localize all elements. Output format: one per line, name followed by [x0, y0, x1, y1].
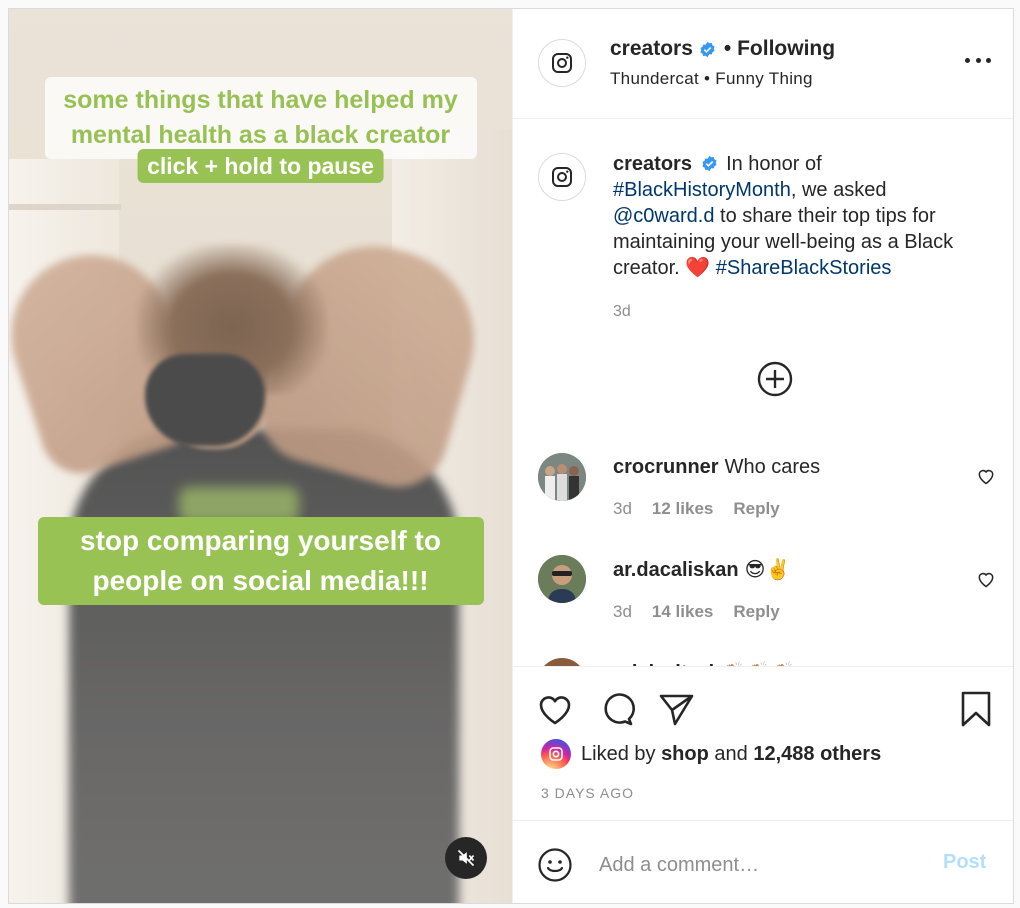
creators-avatar[interactable] — [538, 39, 586, 87]
verified-badge-icon — [700, 41, 715, 57]
emoji-smiley-icon[interactable] — [537, 847, 573, 883]
reply-button[interactable]: Reply — [733, 602, 779, 622]
video-caption-top: some things that have helped my mental h… — [44, 77, 477, 159]
liked-by-prefix: Liked by — [581, 742, 656, 765]
comment-time[interactable]: 3d — [613, 602, 632, 622]
hashtag-black-history-month[interactable]: #BlackHistoryMonth — [613, 179, 791, 201]
liked-by-row: Liked by shop and 12,488 others — [541, 739, 881, 769]
verified-badge-icon — [701, 155, 717, 172]
mention-c0ward[interactable]: @c0ward.d — [613, 205, 714, 227]
comment-likes[interactable]: 12 likes — [652, 499, 713, 519]
comment-input[interactable] — [599, 847, 929, 883]
comment-text: ar.dacaliskan 😎✌️ — [613, 557, 790, 582]
comment-likes[interactable]: 14 likes — [652, 602, 713, 622]
comment-meta: 3d 14 likes Reply — [613, 602, 780, 622]
commenter-avatar[interactable] — [538, 453, 586, 501]
following-button[interactable]: • Following — [724, 37, 835, 61]
video-caption-pause: click + hold to pause — [137, 149, 384, 183]
reply-button[interactable]: Reply — [733, 499, 779, 519]
comment-username[interactable]: ar.dacaliskan — [613, 559, 739, 581]
comments-section[interactable]: creators In honor of #BlackHistoryMonth,… — [513, 120, 1013, 666]
add-comment-bar: Post — [513, 820, 1013, 903]
group-photo-icon — [538, 453, 586, 501]
save-bookmark-icon[interactable] — [956, 689, 996, 729]
post-dialog: some things that have helped my mental h… — [8, 8, 1014, 904]
hashtag-share-black-stories[interactable]: #ShareBlackStories — [716, 257, 892, 279]
heart-outline-icon[interactable] — [976, 466, 996, 486]
caption-text: creators In honor of #BlackHistoryMonth,… — [613, 151, 993, 281]
more-dot-icon — [975, 57, 981, 63]
heart-outline-icon[interactable] — [976, 569, 996, 589]
post-header: creators • Following Thundercat • Funny … — [513, 9, 1013, 119]
audio-track-link[interactable]: Thundercat • Funny Thing — [610, 69, 813, 89]
caption-text-2: , we asked — [790, 179, 887, 201]
comment-meta: 3d 12 likes Reply — [613, 499, 780, 519]
comment-time[interactable]: 3d — [613, 499, 632, 519]
comment-item: crocrunner Who cares 3d 12 likes Reply — [513, 442, 1013, 542]
person-photo-icon — [538, 555, 586, 603]
liked-by-others[interactable]: 12,488 others — [753, 743, 881, 766]
caption-username[interactable]: creators — [613, 153, 692, 175]
post-video[interactable]: some things that have helped my mental h… — [9, 9, 512, 903]
post-side-panel: creators • Following Thundercat • Funny … — [512, 9, 1013, 903]
load-more-comments-icon[interactable] — [756, 360, 794, 398]
post-actions: Liked by shop and 12,488 others 3 DAYS A… — [513, 666, 1013, 903]
more-options-button[interactable] — [965, 53, 991, 67]
more-dot-icon — [986, 57, 991, 63]
comment-body: 😎✌️ — [744, 559, 791, 581]
mute-button[interactable] — [445, 837, 487, 879]
caption-text-1: In honor of — [726, 153, 822, 175]
post-comment-button[interactable]: Post — [943, 851, 986, 874]
comment-item: erickwitzel👏🏼👏🏼👏🏼 — [513, 648, 1013, 666]
share-paper-plane-icon[interactable] — [656, 689, 696, 729]
header-username-row: creators • Following — [610, 37, 835, 61]
more-dot-icon — [965, 57, 970, 63]
caption-timestamp[interactable]: 3d — [613, 303, 631, 321]
heart-emoji: ❤️ — [685, 257, 711, 279]
commenter-avatar[interactable] — [538, 555, 586, 603]
video-caption-main: stop comparing yourself to people on soc… — [37, 517, 484, 605]
liked-by-user[interactable]: shop — [661, 743, 709, 766]
comment-body: Who cares — [724, 456, 821, 478]
comment-bubble-icon[interactable] — [596, 689, 636, 729]
instagram-logo-icon — [552, 167, 572, 187]
instagram-logo-icon — [549, 747, 563, 761]
caption-avatar[interactable] — [538, 153, 586, 201]
header-username[interactable]: creators — [610, 37, 693, 61]
comment-item: ar.dacaliskan 😎✌️ 3d 14 likes Reply — [513, 545, 1013, 645]
comment-username[interactable]: crocrunner — [613, 456, 719, 478]
like-heart-icon[interactable] — [535, 689, 575, 729]
shop-avatar[interactable] — [541, 739, 571, 769]
post-timestamp[interactable]: 3 DAYS AGO — [541, 785, 634, 801]
instagram-logo-icon — [552, 53, 572, 73]
comment-text: crocrunner Who cares — [613, 456, 820, 479]
commenter-avatar[interactable] — [538, 658, 586, 666]
speaker-muted-icon — [457, 849, 475, 867]
liked-by-and: and — [714, 742, 748, 765]
